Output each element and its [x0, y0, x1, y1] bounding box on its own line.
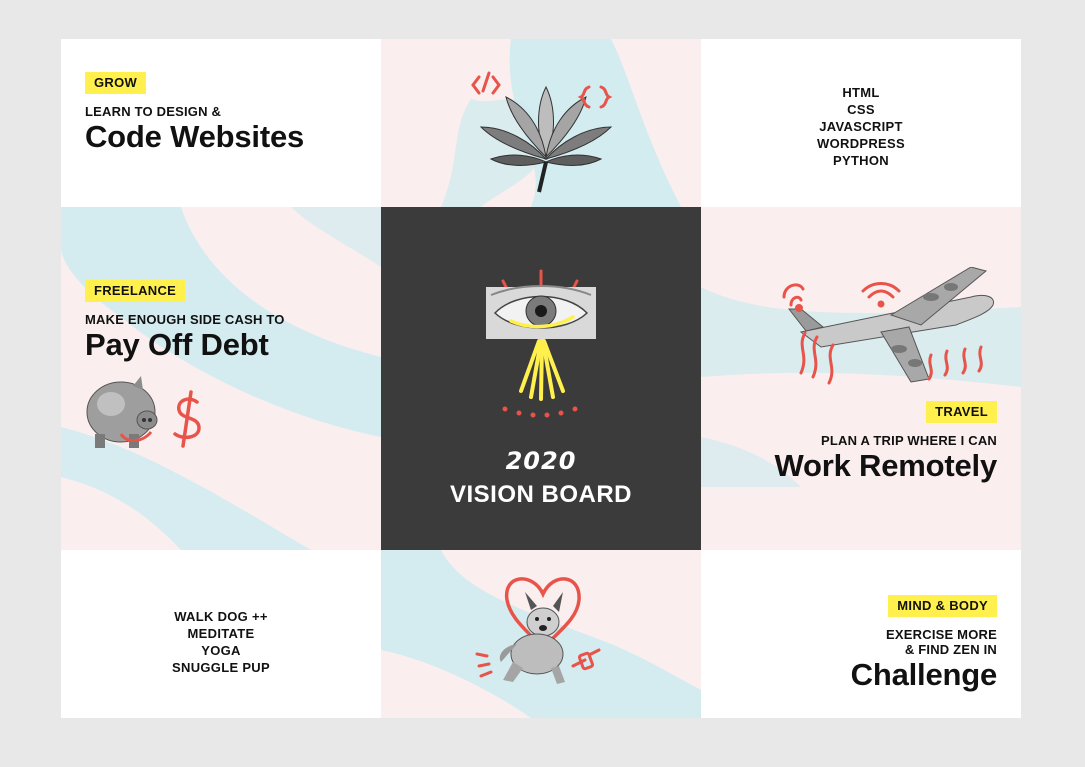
- mind-body-card: MIND & BODY EXERCISE MORE & FIND ZEN IN …: [701, 550, 1021, 718]
- year-label: 2020: [505, 447, 577, 475]
- skills-card: HTML CSS JAVASCRIPT WORDPRESS PYTHON: [701, 39, 1021, 207]
- habits-card: WALK DOG ++ MEDITATE YOGA SNUGGLE PUP: [61, 550, 381, 718]
- mind-body-headline: Challenge: [850, 657, 998, 692]
- travel-tag: TRAVEL: [926, 401, 997, 423]
- list-item: MEDITATE: [187, 626, 255, 641]
- habits-list: WALK DOG ++ MEDITATE YOGA SNUGGLE PUP: [61, 608, 381, 676]
- mind-body-tag: MIND & BODY: [888, 595, 997, 617]
- freelance-headline: Pay Off Debt: [85, 327, 269, 362]
- travel-headline: Work Remotely: [774, 448, 998, 483]
- grow-card: GROW LEARN TO DESIGN & Code Websites: [61, 39, 381, 207]
- lotus-icon: [471, 71, 613, 193]
- wifi-icon: [861, 282, 901, 308]
- travel-kicker: PLAN A TRIP WHERE I CAN: [820, 433, 997, 448]
- freelance-kicker: MAKE ENOUGH SIDE CASH TO: [85, 312, 285, 327]
- eye-icon: [486, 269, 596, 418]
- mind-body-kicker-line1: EXERCISE MORE: [886, 627, 997, 642]
- list-item: WALK DOG ++: [174, 609, 268, 624]
- freelance-card: FREELANCE MAKE ENOUGH SIDE CASH TO Pay O…: [61, 207, 381, 550]
- list-item: HTML: [842, 85, 880, 100]
- dog-icon: [475, 577, 601, 684]
- freelance-tag: FREELANCE: [85, 280, 186, 302]
- list-item: SNUGGLE PUP: [172, 660, 270, 675]
- rays-doodle: [519, 339, 565, 401]
- vision-board: GROW LEARN TO DESIGN & Code Websites HTM…: [61, 39, 1021, 718]
- vision-board-center: 2020 VISION BOARD: [381, 207, 701, 550]
- mind-body-kicker-line2: & FIND ZEN IN: [904, 642, 997, 657]
- dollar-icon: [173, 390, 201, 448]
- skills-list: HTML CSS JAVASCRIPT WORDPRESS PYTHON: [701, 84, 1021, 169]
- list-item: CSS: [847, 102, 875, 117]
- dog-card: [381, 550, 701, 718]
- grow-tag: GROW: [85, 72, 147, 94]
- board-title: VISION BOARD: [449, 481, 632, 508]
- list-item: PYTHON: [833, 153, 889, 168]
- motion-lines-doodle: [782, 283, 983, 385]
- lotus-card: [381, 39, 701, 207]
- dots-doodle: [502, 406, 578, 418]
- piggy-bank-icon: [86, 376, 158, 448]
- travel-card: TRAVEL PLAN A TRIP WHERE I CAN Work Remo…: [701, 207, 1021, 550]
- grow-kicker: LEARN TO DESIGN &: [85, 104, 222, 119]
- list-item: YOGA: [201, 643, 241, 658]
- list-item: WORDPRESS: [817, 136, 905, 151]
- list-item: JAVASCRIPT: [819, 119, 903, 134]
- grow-headline: Code Websites: [85, 119, 305, 154]
- mind-body-kicker: EXERCISE MORE & FIND ZEN IN: [886, 627, 997, 657]
